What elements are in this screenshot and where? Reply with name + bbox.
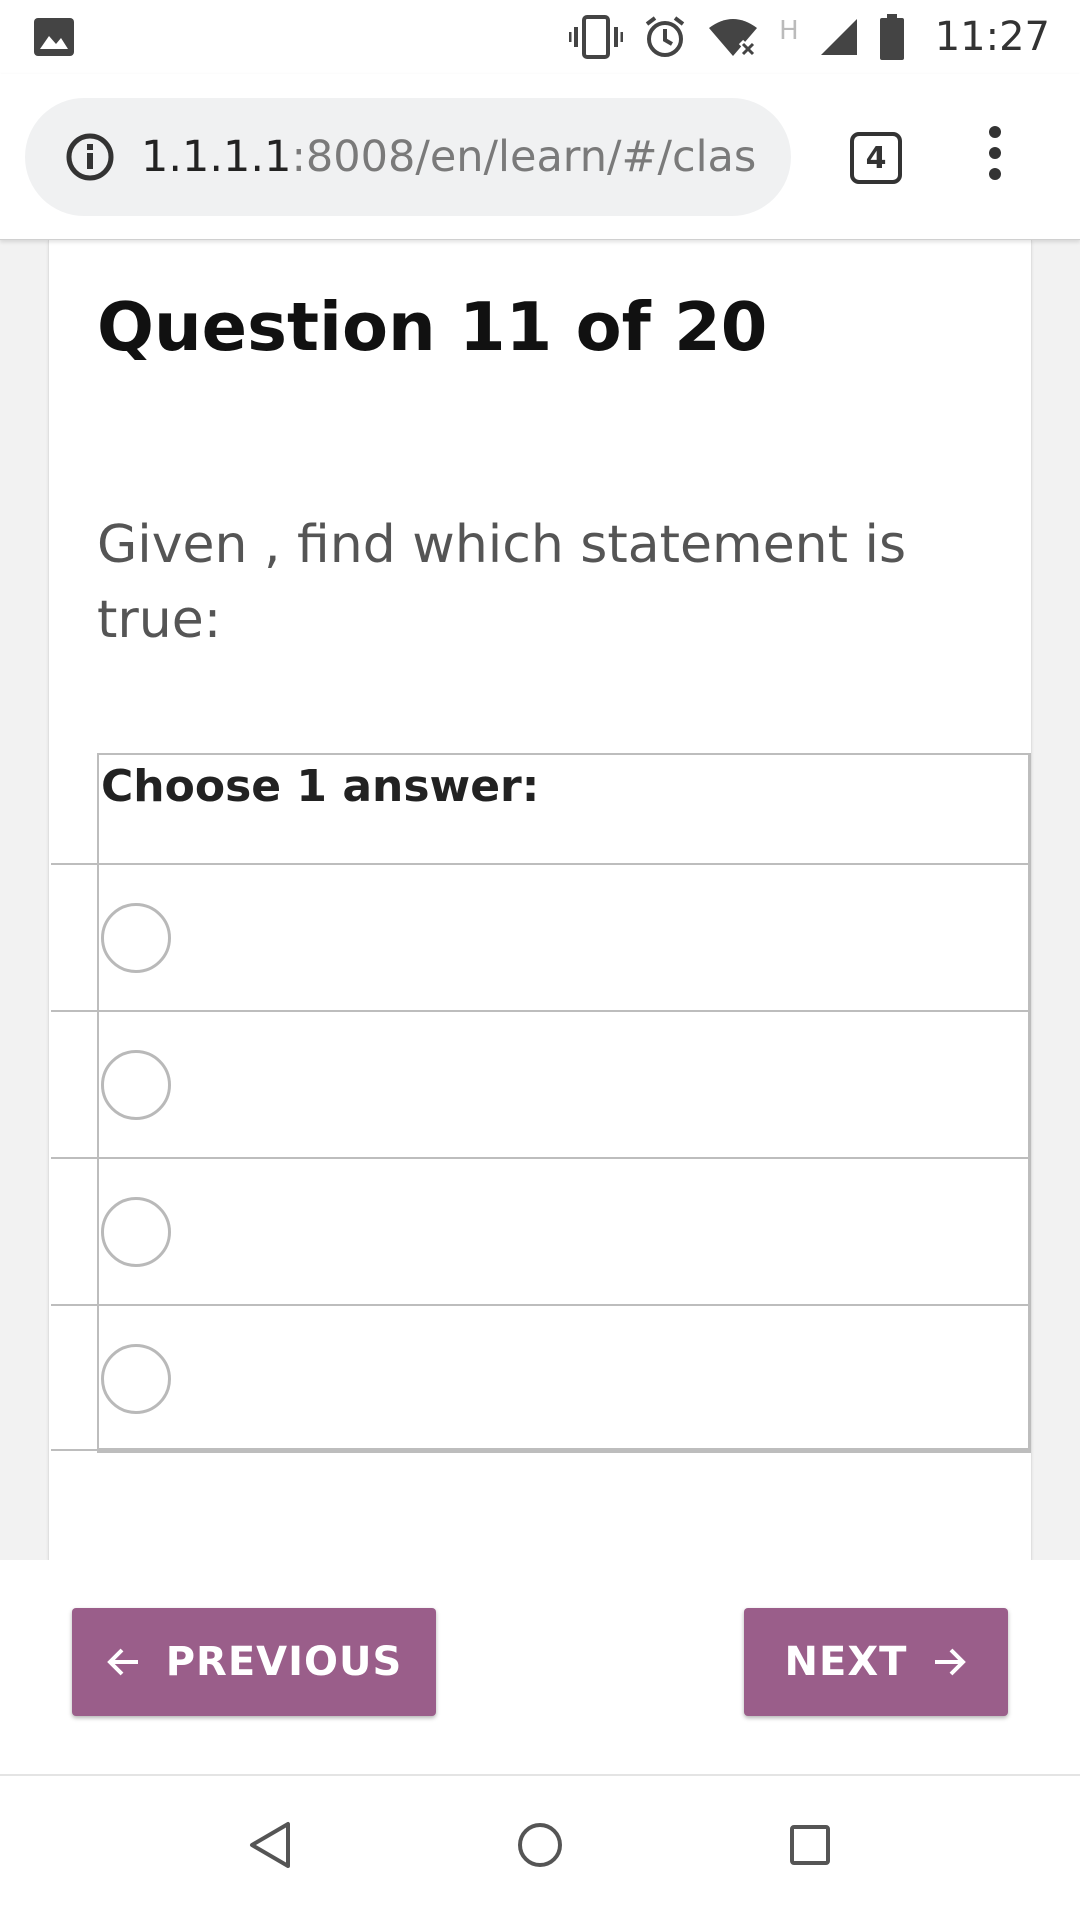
answer-option-1[interactable]: [51, 863, 1028, 1010]
back-icon[interactable]: [246, 1820, 294, 1870]
vibrate-icon: [569, 15, 624, 59]
info-icon[interactable]: [65, 132, 115, 182]
status-bar: H 11:27: [0, 0, 1080, 74]
radio-button[interactable]: [101, 1050, 171, 1120]
question-title: Question 11 of 20: [97, 288, 768, 366]
previous-button-label: PREVIOUS: [165, 1639, 403, 1685]
answer-option-2[interactable]: [51, 1010, 1028, 1157]
radio-button[interactable]: [101, 1344, 171, 1414]
next-button[interactable]: NEXT: [744, 1608, 1008, 1716]
browser-menu-icon[interactable]: [980, 126, 1010, 190]
answer-option-4[interactable]: [51, 1304, 1028, 1451]
choose-answer-label: Choose 1 answer:: [101, 761, 540, 812]
previous-button[interactable]: PREVIOUS: [72, 1608, 436, 1716]
alarm-icon: [645, 16, 685, 57]
system-navigation-bar: [0, 1776, 1080, 1920]
tab-switcher-button[interactable]: 4: [850, 132, 902, 184]
question-card: Question 11 of 20 Given , find which sta…: [48, 240, 1032, 1560]
gallery-icon: [34, 18, 74, 56]
answer-choices: Choose 1 answer:: [51, 753, 1031, 1453]
radio-button[interactable]: [101, 1197, 171, 1267]
battery-icon: [879, 14, 904, 60]
network-type-label: H: [779, 16, 799, 46]
screen: H 11:27 1.1.1.1:8008/en/learn/#/clas 4 Q…: [0, 0, 1080, 1920]
radio-button[interactable]: [101, 903, 171, 973]
arrow-right-icon: [935, 1648, 967, 1676]
url-path: :8008/en/learn/#/clas: [291, 132, 757, 182]
answer-option-3[interactable]: [51, 1157, 1028, 1304]
quiz-navigation-bar: PREVIOUS NEXT: [0, 1560, 1080, 1776]
status-clock: 11:27: [934, 14, 1050, 60]
signal-icon: [820, 19, 857, 55]
home-icon[interactable]: [516, 1820, 564, 1870]
next-button-label: NEXT: [784, 1639, 908, 1685]
browser-toolbar: 1.1.1.1:8008/en/learn/#/clas 4: [0, 74, 1080, 240]
wifi-off-icon: [709, 19, 758, 57]
arrow-left-icon: [106, 1648, 138, 1676]
question-text: Given , find which statement is true:: [97, 515, 907, 650]
recents-icon[interactable]: [786, 1820, 834, 1870]
tab-count: 4: [865, 140, 887, 176]
url-text[interactable]: 1.1.1.1:8008/en/learn/#/clas: [141, 132, 756, 182]
address-bar[interactable]: 1.1.1.1:8008/en/learn/#/clas: [25, 98, 791, 216]
url-host: 1.1.1.1: [141, 132, 292, 182]
